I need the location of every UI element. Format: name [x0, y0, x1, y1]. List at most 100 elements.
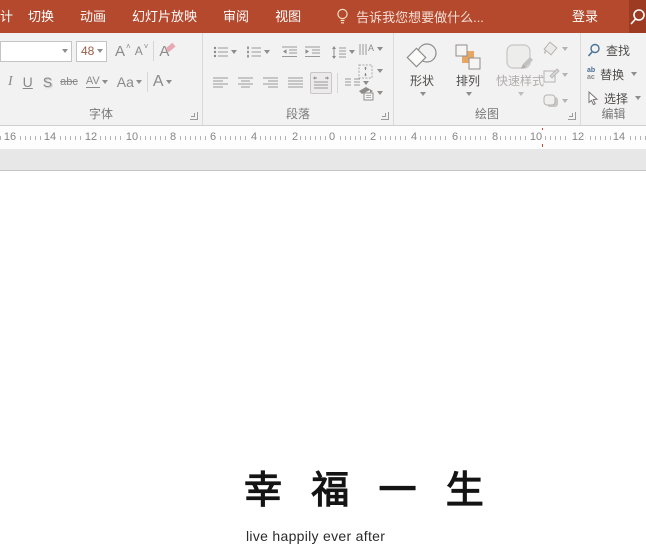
- italic-button[interactable]: I: [6, 71, 15, 93]
- align-right-button[interactable]: [261, 72, 281, 94]
- decrease-font-size-button[interactable]: A ˅: [133, 40, 151, 62]
- ruler-number: 6: [208, 130, 218, 144]
- find-label: 查找: [606, 42, 630, 59]
- chevron-down-icon: [231, 50, 237, 54]
- slide-canvas-margin: [0, 149, 646, 171]
- chevron-down-icon: [562, 99, 568, 103]
- horizontal-ruler: 16141210864202468101214: [0, 126, 646, 149]
- font-dialog-launcher-icon[interactable]: [190, 112, 198, 120]
- distribute-text-button[interactable]: [310, 72, 332, 94]
- align-text-icon: [358, 64, 375, 79]
- drawing-group-label: 绘图: [394, 105, 580, 122]
- font-name-combobox[interactable]: [0, 41, 72, 62]
- decrease-indent-button[interactable]: [280, 41, 300, 63]
- arrange-button[interactable]: 排列: [445, 36, 491, 116]
- chevron-down-icon: [136, 80, 142, 84]
- drawing-group: 形状 排列 快速样式: [393, 33, 580, 125]
- ruler-number: 16: [2, 130, 18, 144]
- shape-fill-button[interactable]: [542, 39, 568, 59]
- chevron-down-icon: [635, 96, 641, 100]
- text-direction-button[interactable]: A: [358, 39, 383, 59]
- slide-editing-area[interactable]: 幸 福 一 生 live happily ever after: [0, 171, 646, 521]
- quick-styles-label: 快速样式: [496, 72, 544, 89]
- search-button[interactable]: [629, 0, 646, 33]
- convert-to-smartart-button[interactable]: [358, 83, 383, 103]
- chevron-down-icon: [518, 92, 524, 96]
- align-center-icon: [238, 77, 254, 89]
- chevron-down-icon: [562, 73, 568, 77]
- tell-me-box[interactable]: 告诉我您想要做什么...: [336, 7, 484, 26]
- paragraph-group-label: 段落: [203, 105, 393, 122]
- increase-indent-button[interactable]: [303, 41, 323, 63]
- ribbon-tab-design-partial[interactable]: 计: [0, 0, 15, 33]
- align-text-button[interactable]: [358, 61, 383, 81]
- italic-label: I: [8, 75, 13, 89]
- align-left-button[interactable]: [211, 72, 231, 94]
- tell-me-label: 告诉我您想要做什么...: [356, 7, 484, 26]
- change-case-button[interactable]: Aa: [115, 71, 144, 93]
- replace-label: 替换: [600, 66, 624, 83]
- chevron-down-icon: [377, 47, 383, 51]
- edit-group-label: 编辑: [581, 105, 646, 122]
- ribbon-tab-slideshow[interactable]: 幻灯片放映: [119, 0, 210, 33]
- ruler-number: 10: [124, 130, 140, 144]
- ribbon-tab-transitions[interactable]: 切换: [15, 0, 67, 33]
- paragraph-dialog-launcher-icon[interactable]: [381, 112, 389, 120]
- font-color-button[interactable]: A: [151, 71, 174, 93]
- numbering-icon: [246, 46, 262, 58]
- strikethrough-button[interactable]: abc: [58, 71, 80, 93]
- line-spacing-button[interactable]: [329, 41, 357, 63]
- font-color-label: A: [153, 74, 164, 90]
- bullets-button[interactable]: [211, 41, 239, 63]
- text-shadow-button[interactable]: S: [41, 71, 54, 93]
- ribbon-tab-animations[interactable]: 动画: [67, 0, 119, 33]
- underline-label: U: [23, 75, 33, 89]
- ruler-number: 14: [611, 130, 627, 144]
- shadow-label: S: [43, 75, 52, 89]
- ruler-number: 12: [570, 130, 586, 144]
- justify-button[interactable]: [286, 72, 306, 94]
- change-case-label: Aa: [117, 75, 134, 89]
- replace-button[interactable]: ab ac 替换: [581, 63, 646, 85]
- shape-outline-button[interactable]: [542, 65, 568, 85]
- slide-title-text[interactable]: 幸 福 一 生: [244, 459, 486, 514]
- ribbon-tab-view[interactable]: 视图: [262, 0, 314, 33]
- select-label: 选择: [604, 90, 628, 107]
- svg-text:A: A: [368, 43, 374, 53]
- char-spacing-label: AV: [86, 76, 100, 88]
- chevron-down-icon: [377, 69, 383, 73]
- ruler-number: 4: [409, 130, 419, 144]
- increase-font-size-button[interactable]: A ˄: [113, 40, 133, 62]
- underline-button[interactable]: U: [21, 71, 35, 93]
- chevron-down-icon: [466, 92, 472, 96]
- ruler-number: 10: [528, 130, 544, 144]
- font-size-value: 48: [81, 44, 94, 58]
- ruler-number: 4: [249, 130, 259, 144]
- pencil-icon: [542, 67, 560, 83]
- shapes-button[interactable]: 形状: [399, 36, 445, 116]
- chevron-down-icon: [62, 49, 68, 53]
- justify-icon: [288, 77, 304, 89]
- increase-font-label: A: [115, 44, 125, 59]
- chevron-down-icon: [631, 72, 637, 76]
- character-spacing-button[interactable]: AV: [84, 71, 110, 93]
- increase-indent-icon: [305, 46, 321, 58]
- drawing-dialog-launcher-icon[interactable]: [568, 112, 576, 120]
- sign-in-button[interactable]: 登录: [572, 0, 598, 33]
- ruler-number: 6: [450, 130, 460, 144]
- chevron-down-icon: [264, 50, 270, 54]
- numbering-button[interactable]: [244, 41, 272, 63]
- chevron-down-icon: [562, 47, 568, 51]
- slide-subtitle-text[interactable]: live happily ever after: [246, 528, 385, 544]
- arrange-icon: [453, 42, 483, 72]
- clear-formatting-button[interactable]: A: [157, 40, 177, 62]
- font-size-combobox[interactable]: 48: [76, 41, 107, 62]
- ribbon-tab-review[interactable]: 审阅: [210, 0, 262, 33]
- chevron-down-icon: [102, 80, 108, 84]
- find-button[interactable]: 查找: [581, 39, 646, 61]
- title-bar: 计 切换 动画 幻灯片放映 审阅 视图 告诉我您想要做什么... 登录: [0, 0, 646, 33]
- lightbulb-icon: [336, 8, 349, 25]
- align-center-button[interactable]: [236, 72, 256, 94]
- quick-styles-button[interactable]: 快速样式: [491, 36, 549, 116]
- quick-styles-icon: [503, 42, 537, 72]
